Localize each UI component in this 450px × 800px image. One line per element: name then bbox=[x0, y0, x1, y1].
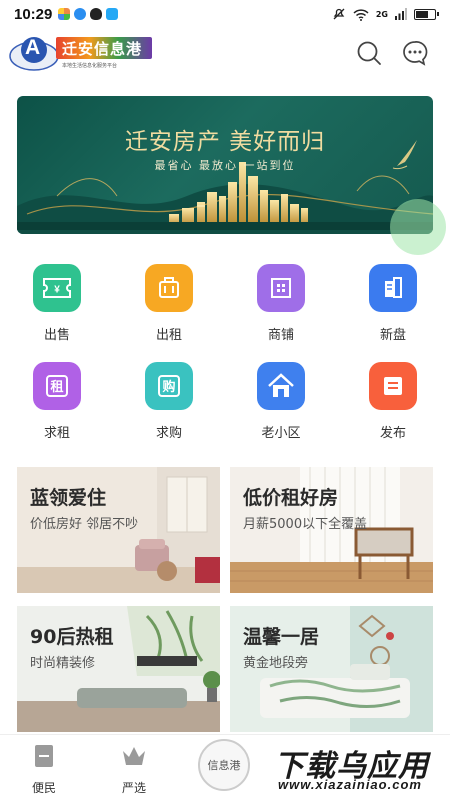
rent-request-icon: 租 bbox=[33, 362, 81, 410]
category-label: 出租 bbox=[155, 328, 182, 343]
category-rent-request[interactable]: 租 求租 bbox=[12, 362, 102, 441]
category-label: 求租 bbox=[43, 426, 70, 441]
card-title: 90后热租 bbox=[30, 626, 114, 648]
logo-subtitle: 本地生活信息化服务平台 bbox=[62, 63, 118, 69]
category-label: 发布 bbox=[379, 426, 406, 441]
nav-center-button[interactable]: 信息港 bbox=[198, 739, 250, 791]
convenience-icon bbox=[35, 745, 53, 767]
site-watermark: 下载乌应用 www.xiazainiao.com bbox=[268, 741, 448, 797]
nav-label: 严选 bbox=[121, 781, 146, 795]
category-glyph: 租 bbox=[50, 380, 63, 395]
logo-text: 迁安信息港 bbox=[62, 40, 143, 58]
card-subtitle: 价低房好 邻居不吵 bbox=[30, 517, 139, 532]
floating-action-bubble[interactable] bbox=[390, 199, 446, 255]
battery-icon bbox=[414, 8, 439, 20]
promo-banner[interactable]: 迁安房产 美好而归 最省心 最放心 一站到位 bbox=[17, 96, 433, 234]
nav-convenience[interactable]: 便民 bbox=[14, 743, 74, 796]
logo-badge: A bbox=[25, 36, 41, 59]
signal-icon bbox=[395, 8, 407, 20]
banner-subtitle: 最省心 最放心 一站到位 bbox=[154, 159, 296, 172]
status-right: 2G bbox=[332, 7, 439, 21]
buy-request-icon: 购 bbox=[145, 362, 193, 410]
category-label: 求购 bbox=[155, 426, 182, 441]
mute-icon bbox=[333, 8, 345, 20]
status-bar: 10:29 2G bbox=[0, 0, 450, 28]
building-icon bbox=[257, 264, 305, 312]
card-title: 蓝领爱住 bbox=[30, 487, 107, 509]
nav-selected[interactable]: 严选 bbox=[104, 743, 164, 796]
card-title: 温馨一居 bbox=[243, 626, 320, 648]
card-subtitle: 月薪5000以下全覆盖 bbox=[243, 517, 368, 532]
app-screen: 10:29 2G A 迁安信息港 本地生活信息化服务平台 迁安房产 美好而归 最… bbox=[0, 0, 450, 800]
app-notification-icon bbox=[90, 8, 103, 20]
category-buy-request[interactable]: 购 求购 bbox=[124, 362, 214, 441]
nav-center-label: 信息港 bbox=[207, 759, 241, 772]
message-button[interactable] bbox=[402, 40, 428, 66]
category-glyph: ¥ bbox=[54, 285, 60, 296]
category-label: 出售 bbox=[43, 328, 70, 343]
suitcase-icon bbox=[145, 264, 193, 312]
category-shop[interactable]: 商铺 bbox=[236, 264, 326, 343]
publish-icon bbox=[369, 362, 417, 410]
banner-title: 迁安房产 美好而归 bbox=[124, 129, 326, 155]
app-notification-icon bbox=[74, 8, 87, 20]
category-label: 新盘 bbox=[379, 328, 406, 343]
category-sale[interactable]: ¥ 出售 bbox=[12, 264, 102, 343]
category-old-community[interactable]: 老小区 bbox=[236, 362, 326, 441]
tower-icon bbox=[369, 264, 417, 312]
watermark-url: www.xiazainiao.com bbox=[278, 777, 422, 792]
wifi-icon bbox=[353, 8, 369, 21]
category-publish[interactable]: 发布 bbox=[348, 362, 438, 441]
promo-card[interactable]: 90后热租 时尚精装修 bbox=[17, 606, 220, 732]
app-header: A 迁安信息港 本地生活信息化服务平台 bbox=[0, 28, 450, 80]
category-label: 老小区 bbox=[261, 426, 301, 441]
house-icon bbox=[257, 362, 305, 410]
search-button[interactable] bbox=[356, 40, 382, 66]
app-notification-icon bbox=[58, 8, 71, 20]
promo-card[interactable]: 低价租好房 月薪5000以下全覆盖 bbox=[230, 467, 433, 593]
status-time: 10:29 bbox=[14, 5, 53, 23]
nav-label: 便民 bbox=[31, 781, 56, 795]
promo-card[interactable]: 温馨一居 黄金地段旁 bbox=[230, 606, 433, 732]
card-subtitle: 黄金地段旁 bbox=[243, 656, 309, 671]
card-title: 低价租好房 bbox=[243, 487, 339, 509]
chat-bubble-icon bbox=[403, 41, 428, 66]
ticket-yen-icon: ¥ bbox=[33, 264, 81, 312]
category-rent[interactable]: 出租 bbox=[124, 264, 214, 343]
search-icon bbox=[357, 41, 381, 65]
app-logo[interactable]: A 迁安信息港 本地生活信息化服务平台 bbox=[8, 32, 156, 74]
category-new-property[interactable]: 新盘 bbox=[348, 264, 438, 343]
card-subtitle: 时尚精装修 bbox=[30, 656, 96, 671]
network-type: 2G bbox=[375, 9, 388, 19]
category-label: 商铺 bbox=[267, 328, 294, 343]
crown-icon bbox=[123, 747, 145, 765]
promo-card[interactable]: 蓝领爱住 价低房好 邻居不吵 bbox=[17, 467, 220, 593]
search-app-icon bbox=[106, 8, 119, 20]
category-glyph: 购 bbox=[162, 379, 175, 395]
